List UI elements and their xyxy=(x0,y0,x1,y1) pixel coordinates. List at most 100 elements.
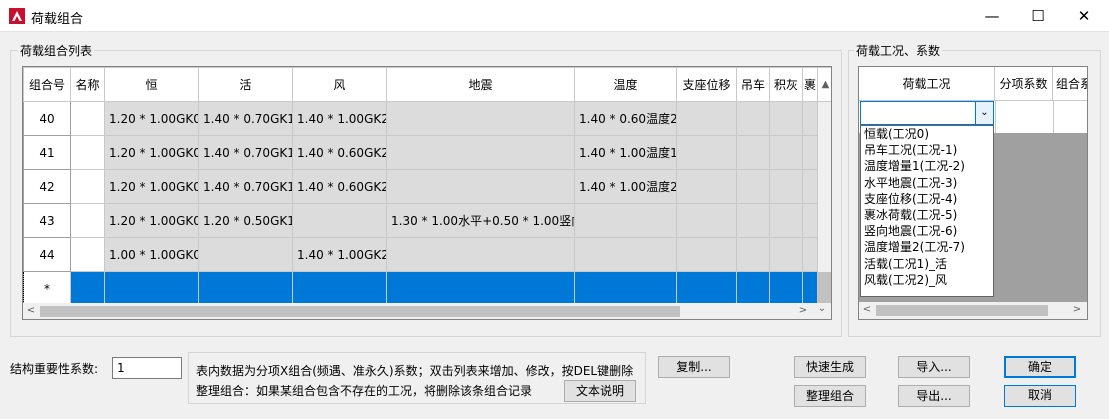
dropdown-option[interactable]: 裹冰荷载(工况-5) xyxy=(861,207,993,223)
scroll-up-arrow[interactable]: ▲ xyxy=(817,67,831,102)
row-id[interactable]: 42 xyxy=(23,169,71,204)
col-header-partial-factor[interactable]: 分项系数 xyxy=(995,67,1053,101)
cell-ash[interactable] xyxy=(769,271,803,306)
vertical-scrollbar-track[interactable] xyxy=(817,169,831,204)
vertical-scrollbar-track[interactable] xyxy=(817,101,831,136)
table-row[interactable]: 40 1.20 * 1.00GK0 1.40 * 0.70GK1 1.40 * … xyxy=(23,101,831,136)
new-row[interactable]: * xyxy=(23,271,831,306)
col-header-temperature[interactable]: 温度 xyxy=(574,67,677,102)
dropdown-option[interactable]: 活载(工况1)_活 xyxy=(861,256,993,272)
minimize-icon[interactable]: — xyxy=(969,0,1015,32)
cell-ice[interactable] xyxy=(802,271,818,306)
scroll-left-arrow[interactable]: < xyxy=(25,305,37,316)
cell-seismic[interactable] xyxy=(386,237,575,272)
scroll-down-arrow[interactable]: ⌄ xyxy=(815,303,829,314)
combination-grid[interactable]: 组合号 名称 恒 活 风 地震 温度 支座位移 吊车 积灰 裹 ▲ 40 1.2… xyxy=(22,66,832,320)
cell-name[interactable] xyxy=(70,271,105,306)
cell-crane[interactable] xyxy=(736,203,770,238)
cell-name[interactable] xyxy=(70,203,105,238)
quick-generate-button[interactable]: 快速生成 xyxy=(794,356,866,378)
table-row[interactable]: 44 1.00 * 1.00GK0 1.40 * 1.00GK2 xyxy=(23,237,831,272)
cell-wind[interactable]: 1.40 * 1.00GK2 xyxy=(292,237,387,272)
right-scrollbar-thumb[interactable] xyxy=(876,305,1048,316)
cell-support[interactable] xyxy=(676,135,737,170)
scroll-left-arrow[interactable]: < xyxy=(861,304,873,315)
cell-seismic[interactable] xyxy=(386,135,575,170)
vertical-scrollbar-track[interactable] xyxy=(817,203,831,238)
col-header-ash[interactable]: 积灰 xyxy=(769,67,803,102)
cell-live[interactable]: 1.20 * 0.50GK1 xyxy=(198,203,293,238)
table-row[interactable]: 41 1.20 * 1.00GK0 1.40 * 0.70GK1 1.40 * … xyxy=(23,135,831,170)
cell-ash[interactable] xyxy=(769,101,803,136)
row-id[interactable]: 41 xyxy=(23,135,71,170)
vertical-scrollbar-track[interactable] xyxy=(817,135,831,170)
cell-support[interactable] xyxy=(676,237,737,272)
cancel-button[interactable]: 取消 xyxy=(1004,385,1076,407)
horizontal-scrollbar-thumb[interactable] xyxy=(40,306,680,317)
dropdown-option[interactable]: 支座位移(工况-4) xyxy=(861,191,993,207)
cell-dead[interactable]: 1.20 * 1.00GK0 xyxy=(104,169,199,204)
cell-dead[interactable]: 1.20 * 1.00GK0 xyxy=(104,101,199,136)
cell-ice[interactable] xyxy=(802,135,818,170)
copy-button[interactable]: 复制... xyxy=(658,356,730,378)
ok-button[interactable]: 确定 xyxy=(1004,356,1076,378)
col-header-id[interactable]: 组合号 xyxy=(23,67,71,102)
dropdown-option[interactable]: 竖向地震(工况-6) xyxy=(861,223,993,239)
right-horizontal-scrollbar[interactable] xyxy=(859,319,1087,320)
dropdown-option[interactable]: 吊车工况(工况-1) xyxy=(861,142,993,158)
table-row[interactable]: 42 1.20 * 1.00GK0 1.40 * 0.70GK1 1.40 * … xyxy=(23,169,831,204)
row-id[interactable]: 43 xyxy=(23,203,71,238)
cell-wind[interactable]: 1.40 * 1.00GK2 xyxy=(292,101,387,136)
col-header-combination-factor[interactable]: 组合系 xyxy=(1053,67,1087,101)
col-header-live[interactable]: 活 xyxy=(198,67,293,102)
cell-crane[interactable] xyxy=(736,135,770,170)
cell-live[interactable]: 1.40 * 0.70GK1 xyxy=(198,101,293,136)
cell-temperature[interactable]: 1.40 * 1.00温度2 xyxy=(574,169,677,204)
col-header-crane[interactable]: 吊车 xyxy=(736,67,770,102)
cell-dead[interactable]: 1.20 * 1.00GK0 xyxy=(104,203,199,238)
scroll-right-arrow[interactable]: > xyxy=(1071,304,1083,315)
cell-live[interactable]: 1.40 * 0.70GK1 xyxy=(198,169,293,204)
cell-wind[interactable] xyxy=(292,271,387,306)
cell-seismic[interactable] xyxy=(386,271,575,306)
vertical-scrollbar-track[interactable] xyxy=(817,237,831,272)
cell-temperature[interactable]: 1.40 * 0.60温度2 xyxy=(574,101,677,136)
maximize-icon[interactable]: ☐ xyxy=(1015,0,1061,32)
cell-name[interactable] xyxy=(70,101,105,136)
row-id[interactable]: 44 xyxy=(23,237,71,272)
cell-ash[interactable] xyxy=(769,237,803,272)
dropdown-option[interactable]: 温度增量1(工况-2) xyxy=(861,158,993,174)
cell-wind[interactable]: 1.40 * 0.60GK2 xyxy=(292,169,387,204)
importance-factor-input[interactable]: 1 xyxy=(112,357,182,379)
cell-support[interactable] xyxy=(676,101,737,136)
horizontal-scrollbar[interactable]: < > ⌄ xyxy=(23,303,831,319)
scroll-right-arrow[interactable]: > xyxy=(797,305,809,316)
export-button[interactable]: 导出... xyxy=(898,385,970,407)
cell-temperature[interactable] xyxy=(574,203,677,238)
cell-crane[interactable] xyxy=(736,237,770,272)
col-header-dead[interactable]: 恒 xyxy=(104,67,199,102)
cell-ash[interactable] xyxy=(769,135,803,170)
cell-dead[interactable]: 1.20 * 1.00GK0 xyxy=(104,135,199,170)
cell-live[interactable]: 1.40 * 0.70GK1 xyxy=(198,135,293,170)
cell-seismic[interactable] xyxy=(386,169,575,204)
cell-seismic[interactable] xyxy=(386,101,575,136)
col-header-support-displacement[interactable]: 支座位移 xyxy=(676,67,737,102)
cell-ice[interactable] xyxy=(802,203,818,238)
col-header-name[interactable]: 名称 xyxy=(70,67,105,102)
cell-name[interactable] xyxy=(70,169,105,204)
new-row-marker[interactable]: * xyxy=(23,271,71,306)
cell-crane[interactable] xyxy=(736,271,770,306)
cell-ash[interactable] xyxy=(769,169,803,204)
cell-crane[interactable] xyxy=(736,101,770,136)
cell-name[interactable] xyxy=(70,237,105,272)
right-horizontal-scrollbar-bar[interactable]: < > xyxy=(859,302,1087,319)
dropdown-option[interactable]: 温度增量2(工况-7) xyxy=(861,239,993,255)
col-header-seismic[interactable]: 地震 xyxy=(386,67,575,102)
cell-crane[interactable] xyxy=(736,169,770,204)
import-button[interactable]: 导入... xyxy=(898,356,970,378)
cell-wind[interactable] xyxy=(292,203,387,238)
cell-ice[interactable] xyxy=(802,237,818,272)
cell-temperature[interactable] xyxy=(574,271,677,306)
cell-support[interactable] xyxy=(676,203,737,238)
